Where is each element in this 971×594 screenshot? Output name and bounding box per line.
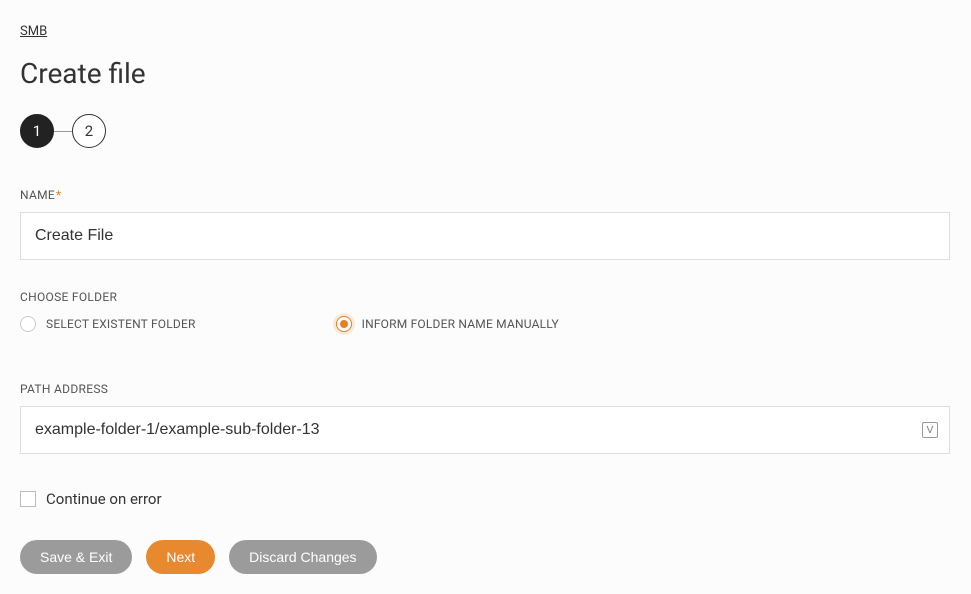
save-exit-button[interactable]: Save & Exit [20,540,132,574]
name-label: NAME* [20,188,951,202]
breadcrumb-link[interactable]: SMB [20,24,47,39]
name-section: NAME* [20,188,951,260]
variable-icon[interactable]: V [922,422,938,438]
continue-on-error-row[interactable]: Continue on error [20,490,951,508]
radio-circle-existent [20,316,36,332]
radio-label-manually: INFORM FOLDER NAME MANUALLY [362,317,559,331]
choose-folder-label: CHOOSE FOLDER [20,290,951,304]
step-2[interactable]: 2 [72,114,106,148]
choose-folder-section: CHOOSE FOLDER SELECT EXISTENT FOLDER INF… [20,290,951,332]
radio-select-existent[interactable]: SELECT EXISTENT FOLDER [20,316,196,332]
stepper: 1 2 [20,114,951,148]
path-section: PATH ADDRESS V [20,382,951,454]
continue-on-error-checkbox[interactable] [20,491,36,507]
name-label-text: NAME [20,188,55,202]
step-1[interactable]: 1 [20,114,54,148]
name-input[interactable] [20,212,950,260]
required-mark: * [56,188,61,202]
path-label: PATH ADDRESS [20,382,951,396]
radio-label-existent: SELECT EXISTENT FOLDER [46,317,196,331]
discard-button[interactable]: Discard Changes [229,540,376,574]
next-button[interactable]: Next [146,540,215,574]
continue-on-error-label: Continue on error [46,490,162,508]
radio-inform-manually[interactable]: INFORM FOLDER NAME MANUALLY [336,316,559,332]
button-row: Save & Exit Next Discard Changes [20,540,951,574]
folder-radio-group: SELECT EXISTENT FOLDER INFORM FOLDER NAM… [20,316,951,332]
path-input[interactable] [20,406,950,454]
radio-circle-manually [336,316,352,332]
page-title: Create file [20,57,951,90]
step-connector [54,131,72,132]
